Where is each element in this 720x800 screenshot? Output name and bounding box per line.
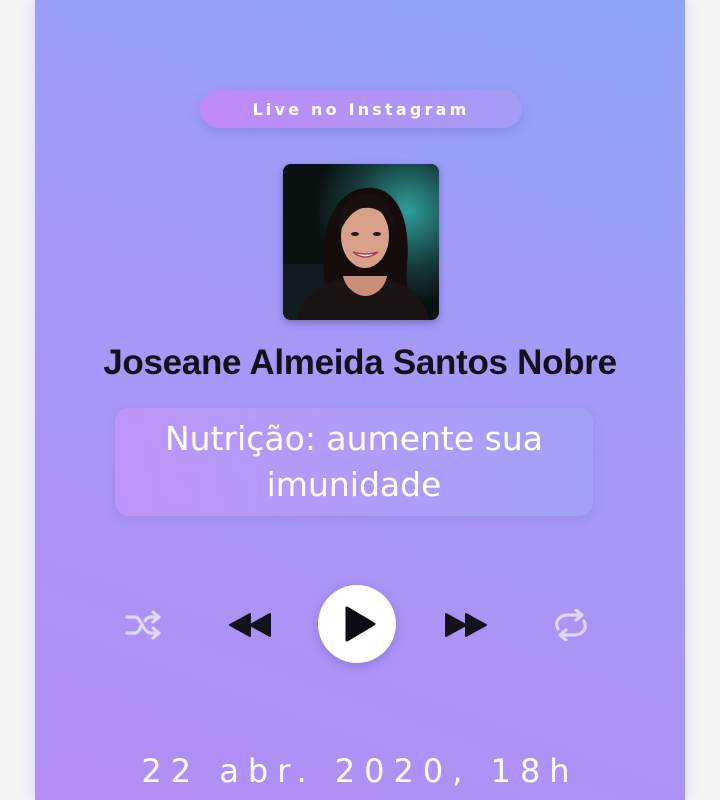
profile-photo [283, 164, 439, 320]
topic-box: Nutrição: aumente sua imunidade [115, 408, 593, 516]
fast-forward-icon [445, 613, 487, 637]
event-date: 22 abr. 2020, 18h [141, 752, 579, 790]
presenter-name: Joseane Almeida Santos Nobre [103, 343, 617, 382]
repeat-button[interactable] [549, 607, 593, 643]
repeat-icon [555, 609, 587, 641]
play-button[interactable] [318, 585, 396, 663]
pill-label: Live no Instagram [252, 99, 470, 119]
fast-forward-button[interactable] [443, 609, 489, 641]
live-card: Live no Instagram Joseane Almeida Santos… [35, 0, 685, 800]
player-controls [35, 585, 685, 665]
shuffle-button[interactable] [123, 607, 163, 643]
topic-title: Nutrição: aumente sua imunidade [164, 419, 543, 504]
profile-photo-illustration [283, 164, 439, 320]
rewind-icon [229, 613, 271, 637]
shuffle-icon [125, 610, 161, 640]
play-icon [345, 606, 376, 642]
rewind-button[interactable] [227, 609, 273, 641]
live-instagram-pill[interactable]: Live no Instagram [200, 90, 522, 128]
